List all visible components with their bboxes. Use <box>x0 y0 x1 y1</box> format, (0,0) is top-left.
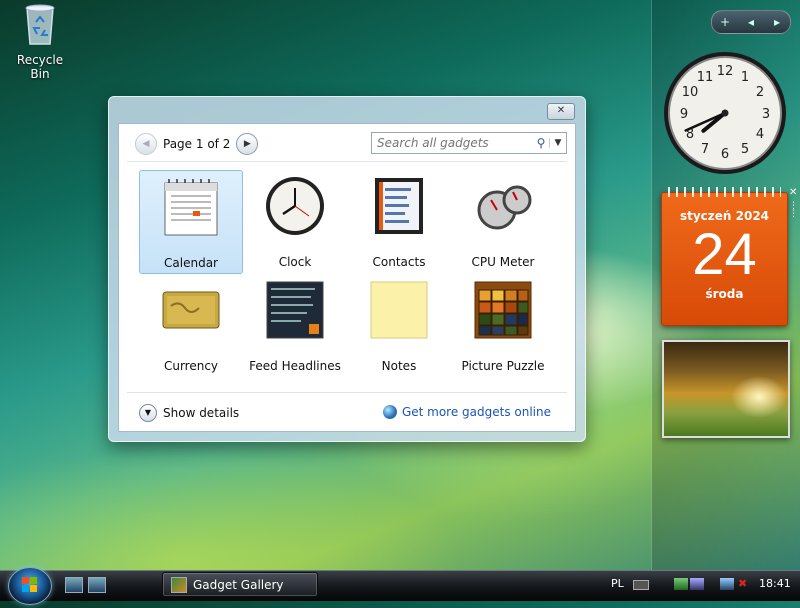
gadget-tile-notes[interactable]: Notes <box>347 274 451 378</box>
svg-text:7: 7 <box>701 142 709 157</box>
pager: ◀ Page 1 of 2 ▶ <box>135 133 259 155</box>
gadget-label: Clock <box>278 255 312 269</box>
calendar-gadget[interactable]: styczeń 2024 24 środa <box>661 187 788 326</box>
gadget-tile-picture-puzzle[interactable]: Picture Puzzle <box>451 274 555 378</box>
svg-text:5: 5 <box>741 142 749 157</box>
next-icon[interactable]: ▸ <box>767 15 787 29</box>
divider <box>127 392 567 393</box>
next-page-button[interactable]: ▶ <box>236 133 259 155</box>
svg-text:11: 11 <box>697 70 714 85</box>
clock-time[interactable]: 18:41 <box>759 577 791 590</box>
search-input[interactable] <box>372 135 533 151</box>
gadget-tile-currency[interactable]: Currency <box>139 274 243 378</box>
gadget-tile-calendar[interactable]: Calendar <box>139 170 243 274</box>
svg-text:9: 9 <box>680 107 688 122</box>
svg-text:3: 3 <box>762 107 770 122</box>
page-indicator: Page 1 of 2 <box>163 137 231 151</box>
get-more-label: Get more gadgets online <box>401 405 551 419</box>
gadget-label: Currency <box>163 359 219 373</box>
cpu-meter-icon <box>477 185 532 230</box>
gadget-tile-feed-headlines[interactable]: Feed Headlines <box>243 274 347 378</box>
picture-puzzle-icon <box>474 281 532 339</box>
search-box[interactable]: ⚲ ▼ <box>371 132 567 154</box>
calendar-icon <box>164 179 218 236</box>
sidebar-tray-icon[interactable] <box>690 578 704 590</box>
feed-headlines-icon <box>266 281 324 339</box>
chevron-down-icon[interactable]: ▼ <box>139 404 157 422</box>
previous-page-button[interactable]: ◀ <box>135 133 157 155</box>
globe-icon <box>382 405 397 419</box>
gadget-label: Feed Headlines <box>249 359 341 373</box>
dropdown-icon[interactable]: ▼ <box>549 138 566 148</box>
clock-gadget[interactable]: 12 12 345 678 91011 <box>662 50 788 176</box>
svg-text:4: 4 <box>756 127 764 142</box>
get-more-gadgets-link[interactable]: Get more gadgets online <box>382 405 551 419</box>
calendar-day: 24 <box>692 222 757 287</box>
divider <box>127 161 567 162</box>
gadget-label: Notes <box>381 359 417 373</box>
start-button[interactable] <box>8 567 52 605</box>
windows-logo-icon <box>22 577 37 592</box>
gadget-tile-clock[interactable]: Clock <box>243 170 347 274</box>
calendar-weekday: środa <box>705 287 744 301</box>
currency-icon <box>162 291 220 329</box>
gadget-label: Calendar <box>164 256 218 270</box>
keyboard-icon[interactable] <box>633 580 649 590</box>
sidebar-controls: + ◂ ▸ <box>711 10 791 34</box>
recycle-bin-icon <box>25 4 55 45</box>
close-button[interactable]: ✕ <box>547 103 575 120</box>
show-desktop-icon[interactable] <box>65 577 83 593</box>
gadget-label: Picture Puzzle <box>461 359 545 373</box>
gadget-tile-contacts[interactable]: Contacts <box>347 170 451 274</box>
calendar-month: styczeń 2024 <box>679 209 770 223</box>
svg-text:6: 6 <box>721 147 729 162</box>
contacts-icon <box>375 178 423 234</box>
gallery-content: ◀ Page 1 of 2 ▶ ⚲ ▼ Calendar <box>118 123 576 432</box>
svg-text:10: 10 <box>682 85 699 100</box>
recycle-bin-label: Recycle Bin <box>16 53 64 81</box>
calendar-rings <box>668 187 781 197</box>
switch-windows-icon[interactable] <box>88 577 106 593</box>
slideshow-gadget[interactable] <box>662 340 790 438</box>
gadget-close-icon[interactable]: ✕ <box>789 188 799 198</box>
gadget-gallery-icon <box>171 576 187 593</box>
gadget-label: CPU Meter <box>471 255 535 269</box>
search-icon[interactable]: ⚲ <box>533 136 549 150</box>
taskbar-button-gadget-gallery[interactable]: Gadget Gallery <box>162 572 318 597</box>
recycle-bin[interactable]: Recycle Bin <box>8 2 72 81</box>
task-label: Gadget Gallery <box>193 577 284 592</box>
gadget-gallery-window: ✕ ◀ Page 1 of 2 ▶ ⚲ ▼ Calendar <box>108 96 586 442</box>
network-icon[interactable] <box>720 578 734 590</box>
clock-icon <box>266 177 324 235</box>
gadget-label: Contacts <box>372 255 426 269</box>
show-details-toggle[interactable]: ▼ Show details <box>139 404 239 422</box>
volume-muted-icon[interactable]: ✖ <box>738 578 752 590</box>
svg-text:2: 2 <box>756 85 764 100</box>
language-indicator[interactable]: PL <box>611 577 624 590</box>
notes-icon <box>370 281 428 339</box>
gadget-tile-cpu-meter[interactable]: CPU Meter <box>451 170 555 274</box>
gadget-grid: Calendar Clock Contacts CPU Meter Curren… <box>139 170 569 375</box>
show-details-label: Show details <box>163 406 240 420</box>
gadget-grip-icon[interactable]: ⋮ ⋮ <box>789 202 798 219</box>
svg-text:1: 1 <box>741 70 749 85</box>
svg-text:12: 12 <box>717 64 734 79</box>
previous-icon[interactable]: ◂ <box>741 15 761 29</box>
add-gadget-icon[interactable]: + <box>715 15 735 29</box>
security-icon[interactable] <box>674 578 688 590</box>
